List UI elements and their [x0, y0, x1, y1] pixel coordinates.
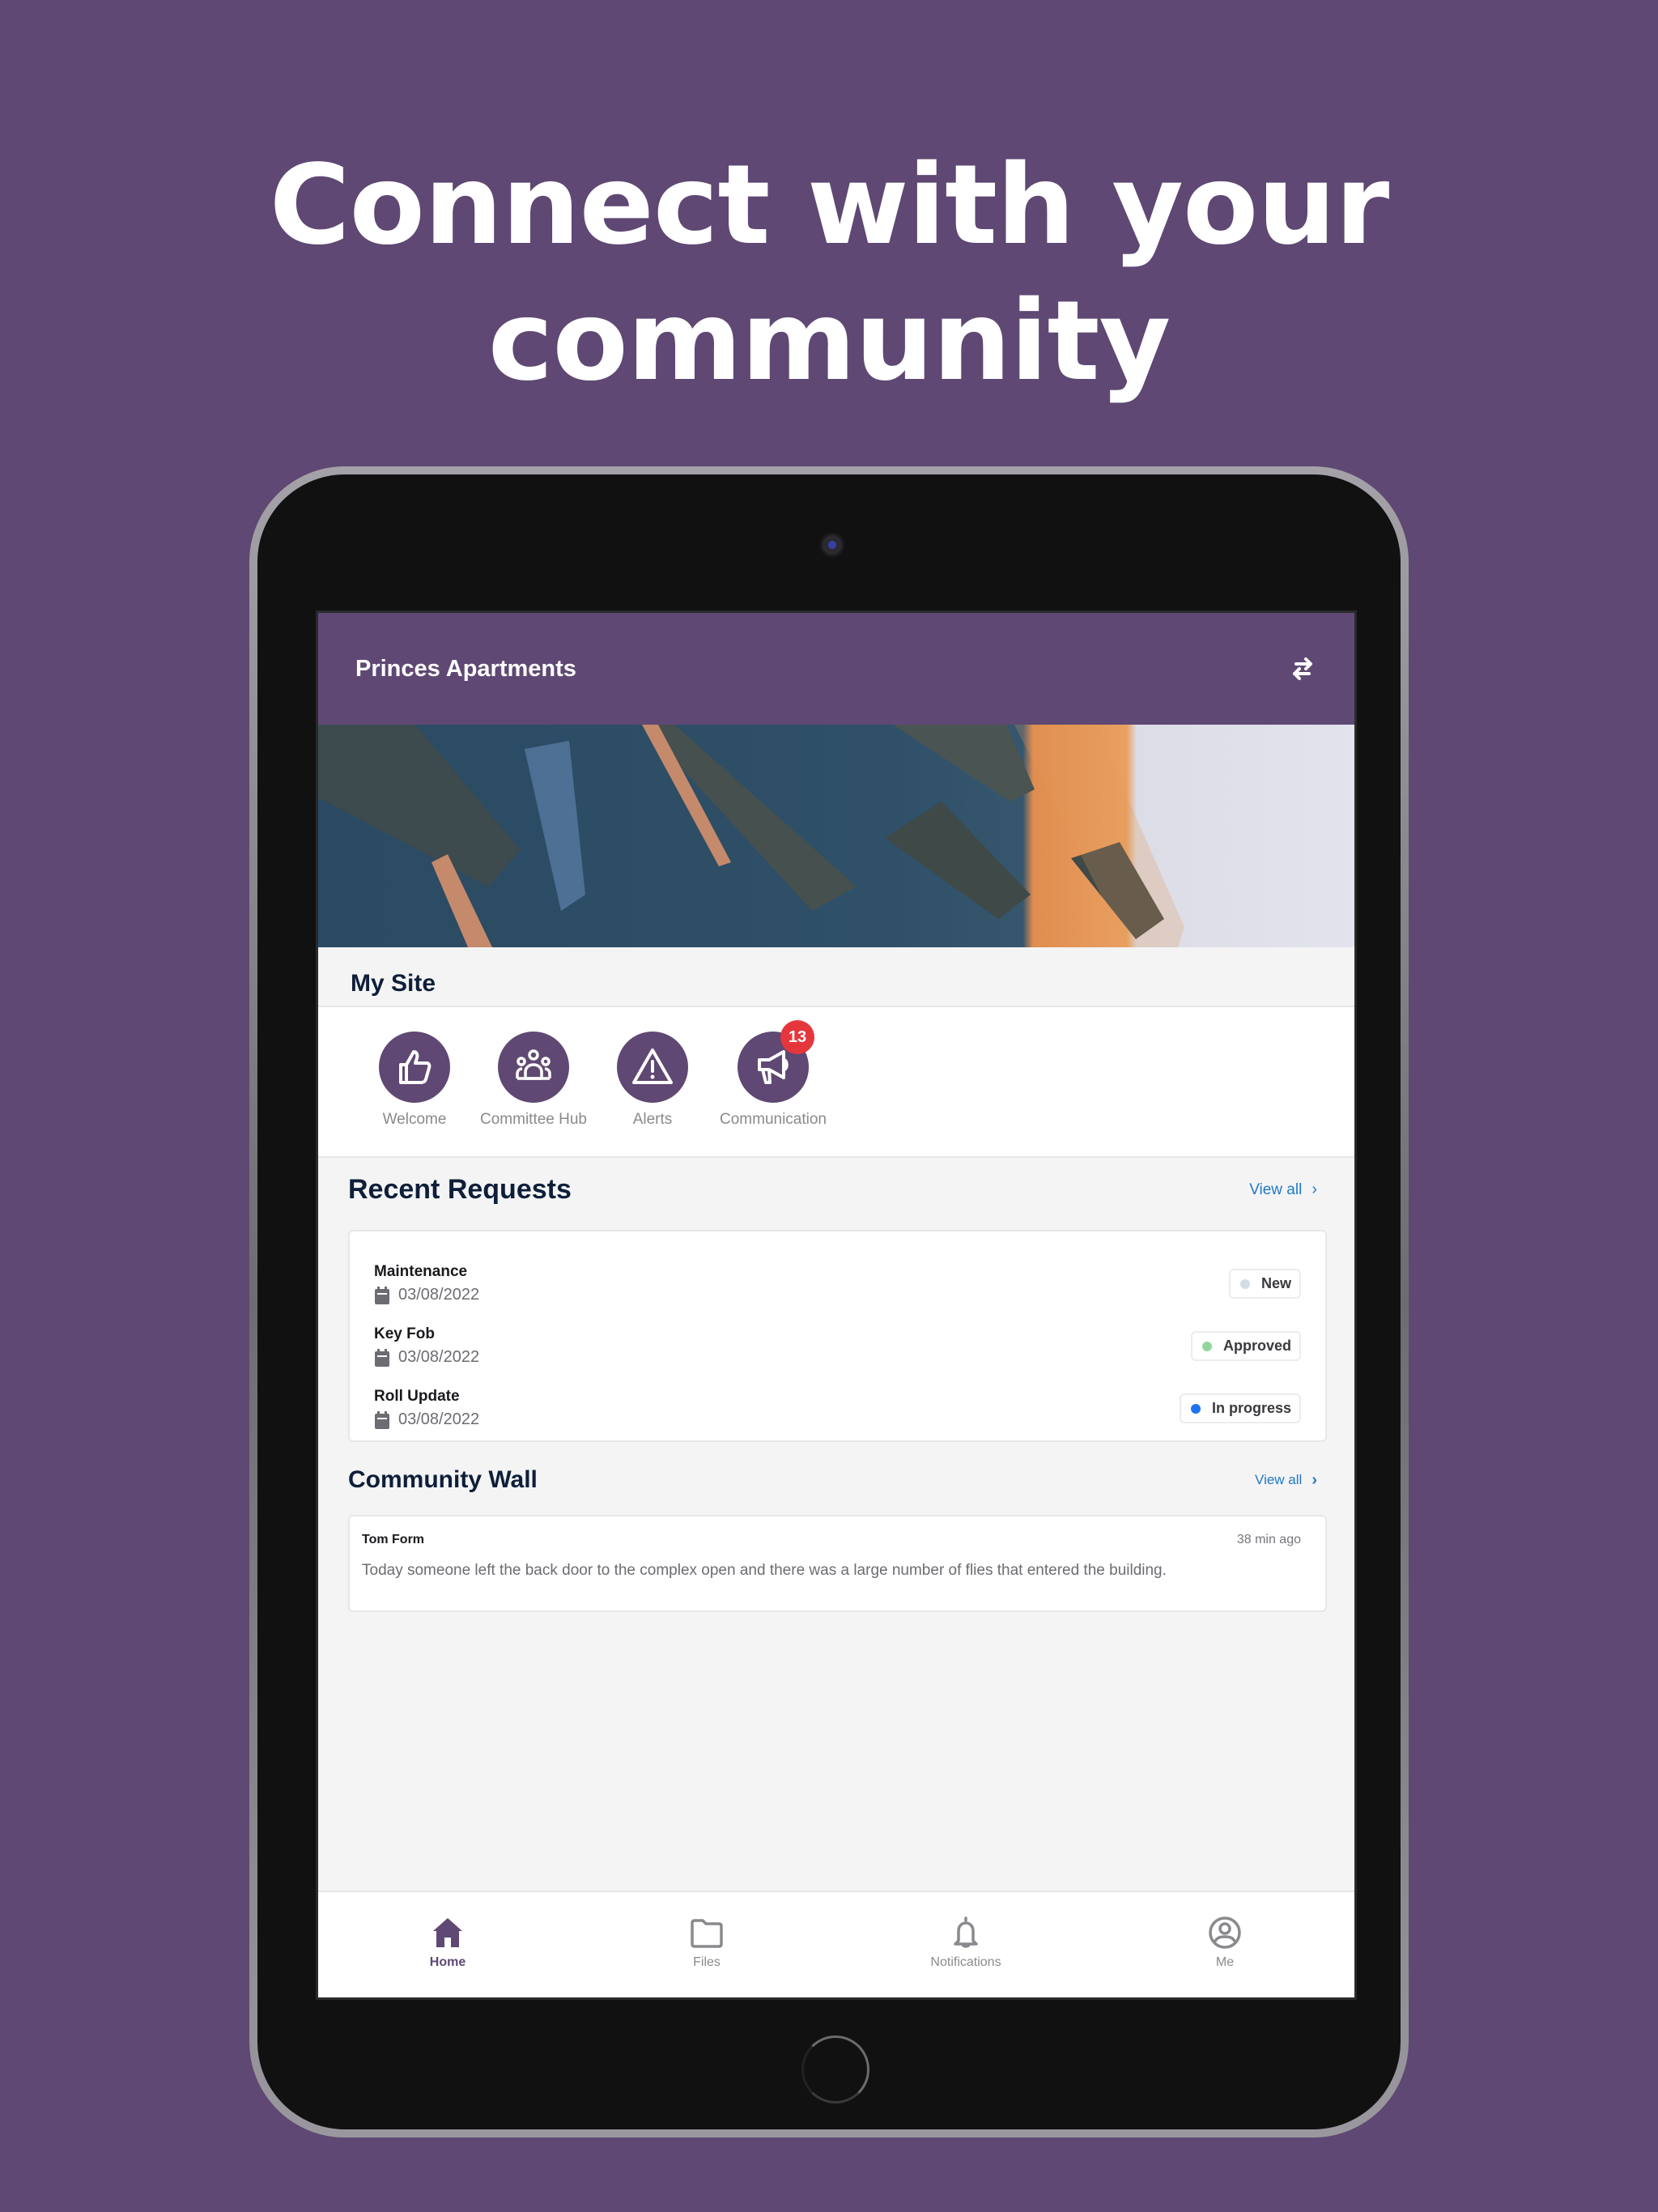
- tile-label: Alerts: [632, 1111, 673, 1128]
- app-screen: Princes Apartments My Site Welcome Commi…: [316, 610, 1357, 2000]
- user-circle-icon: [1209, 1916, 1241, 1949]
- recent-requests-header: Recent Requests View all ›: [318, 1174, 1354, 1206]
- request-row[interactable]: Maintenance 03/08/2022 New: [374, 1253, 1301, 1315]
- tablet-bezel: Princes Apartments My Site Welcome Commi…: [257, 474, 1401, 2129]
- status-label: In progress: [1211, 1400, 1291, 1416]
- building-hero-image: [318, 725, 1354, 947]
- calendar-icon: [375, 1286, 389, 1304]
- tablet-frame: Princes Apartments My Site Welcome Commi…: [249, 466, 1409, 2138]
- site-title: Princes Apartments: [355, 655, 576, 682]
- tab-label: Me: [1215, 1955, 1235, 1969]
- request-date-text: 03/08/2022: [398, 1410, 480, 1428]
- post-time: 38 min ago: [1236, 1533, 1301, 1546]
- chevron-right-icon: ›: [1312, 1180, 1317, 1198]
- folder-icon: [691, 1919, 723, 1948]
- swap-arrows-icon[interactable]: [1286, 653, 1319, 685]
- tile-label: Committee Hub: [480, 1111, 587, 1128]
- home-button[interactable]: [801, 2035, 869, 2104]
- status-dot: [1239, 1278, 1250, 1289]
- view-all-label: View all: [1249, 1180, 1303, 1198]
- tile-alerts[interactable]: Alerts: [593, 1032, 712, 1156]
- status-badge: In progress: [1179, 1393, 1301, 1423]
- tab-label: Home: [429, 1955, 466, 1969]
- tile-welcome-circle: [379, 1032, 450, 1103]
- wall-post[interactable]: Tom Form 38 min ago Today someone left t…: [348, 1515, 1327, 1612]
- view-all-label: View all: [1255, 1472, 1303, 1487]
- requests-view-all-link[interactable]: View all ›: [1249, 1180, 1317, 1199]
- marketing-headline: Connect with your community: [0, 138, 1658, 410]
- calendar-icon: [375, 1348, 389, 1367]
- request-date: 03/08/2022: [374, 1348, 479, 1368]
- community-wall-header: Community Wall View all ›: [318, 1466, 1354, 1494]
- request-date: 03/08/2022: [374, 1286, 479, 1305]
- request-date: 03/08/2022: [374, 1410, 479, 1430]
- notification-count-badge: 13: [780, 1020, 814, 1054]
- home-icon: [433, 1918, 462, 1947]
- request-row[interactable]: Roll Update 03/08/2022 In progress: [374, 1377, 1301, 1440]
- tab-me[interactable]: Me: [1095, 1892, 1354, 1997]
- wall-post-header: Tom Form 38 min ago: [362, 1533, 1301, 1547]
- status-dot: [1190, 1403, 1201, 1414]
- wall-view-all-link[interactable]: View all ›: [1255, 1471, 1317, 1490]
- tab-label: Notifications: [930, 1955, 1001, 1969]
- tile-label: Communication: [720, 1111, 827, 1128]
- tile-communication[interactable]: 13 Communication: [712, 1020, 834, 1156]
- post-text: Today someone left the back door to the …: [362, 1562, 1167, 1579]
- request-date-text: 03/08/2022: [398, 1348, 480, 1366]
- request-name: Key Fob: [374, 1325, 435, 1342]
- status-label: Approved: [1222, 1338, 1291, 1354]
- status-dot: [1201, 1341, 1212, 1351]
- status-badge: Approved: [1190, 1331, 1301, 1361]
- headline-line-2: community: [487, 278, 1171, 406]
- request-name: Roll Update: [374, 1387, 460, 1405]
- app-bar: Princes Apartments: [318, 613, 1354, 725]
- calendar-icon: [375, 1410, 389, 1429]
- tab-home[interactable]: Home: [318, 1892, 577, 1997]
- warning-icon: [632, 1049, 673, 1084]
- tab-label: Files: [693, 1955, 721, 1969]
- post-author: Tom Form: [362, 1533, 425, 1546]
- thumbs-up-icon: [399, 1050, 432, 1084]
- tab-notifications[interactable]: Notifications: [836, 1892, 1095, 1997]
- bottom-tab-bar: Home Files Notifications Me: [318, 1891, 1354, 1997]
- headline-line-1: Connect with your: [269, 142, 1390, 270]
- building-illustration: [318, 725, 1184, 947]
- recent-requests-card: Maintenance 03/08/2022 New Key Fob 03/08…: [348, 1230, 1327, 1442]
- group-icon: [516, 1049, 551, 1080]
- tile-committee-circle: [498, 1032, 569, 1103]
- my-site-heading: My Site: [351, 970, 436, 997]
- camera-icon: [823, 535, 842, 555]
- tile-welcome[interactable]: Welcome: [355, 1032, 474, 1156]
- request-name: Maintenance: [374, 1262, 468, 1280]
- tile-alerts-circle: [617, 1032, 688, 1103]
- tab-files[interactable]: Files: [577, 1892, 836, 1997]
- chevron-right-icon: ›: [1312, 1470, 1317, 1489]
- status-label: New: [1261, 1275, 1291, 1291]
- request-date-text: 03/08/2022: [398, 1286, 480, 1304]
- my-site-card: Welcome Committee Hub Alerts 13 Communic…: [318, 1006, 1354, 1158]
- community-wall-heading: Community Wall: [348, 1466, 538, 1493]
- tile-committee-hub[interactable]: Committee Hub: [474, 1032, 593, 1156]
- tile-label: Welcome: [382, 1111, 447, 1128]
- request-row[interactable]: Key Fob 03/08/2022 Approved: [374, 1315, 1301, 1377]
- bell-icon: [954, 1916, 978, 1948]
- status-badge: New: [1228, 1269, 1301, 1299]
- recent-requests-heading: Recent Requests: [348, 1174, 572, 1205]
